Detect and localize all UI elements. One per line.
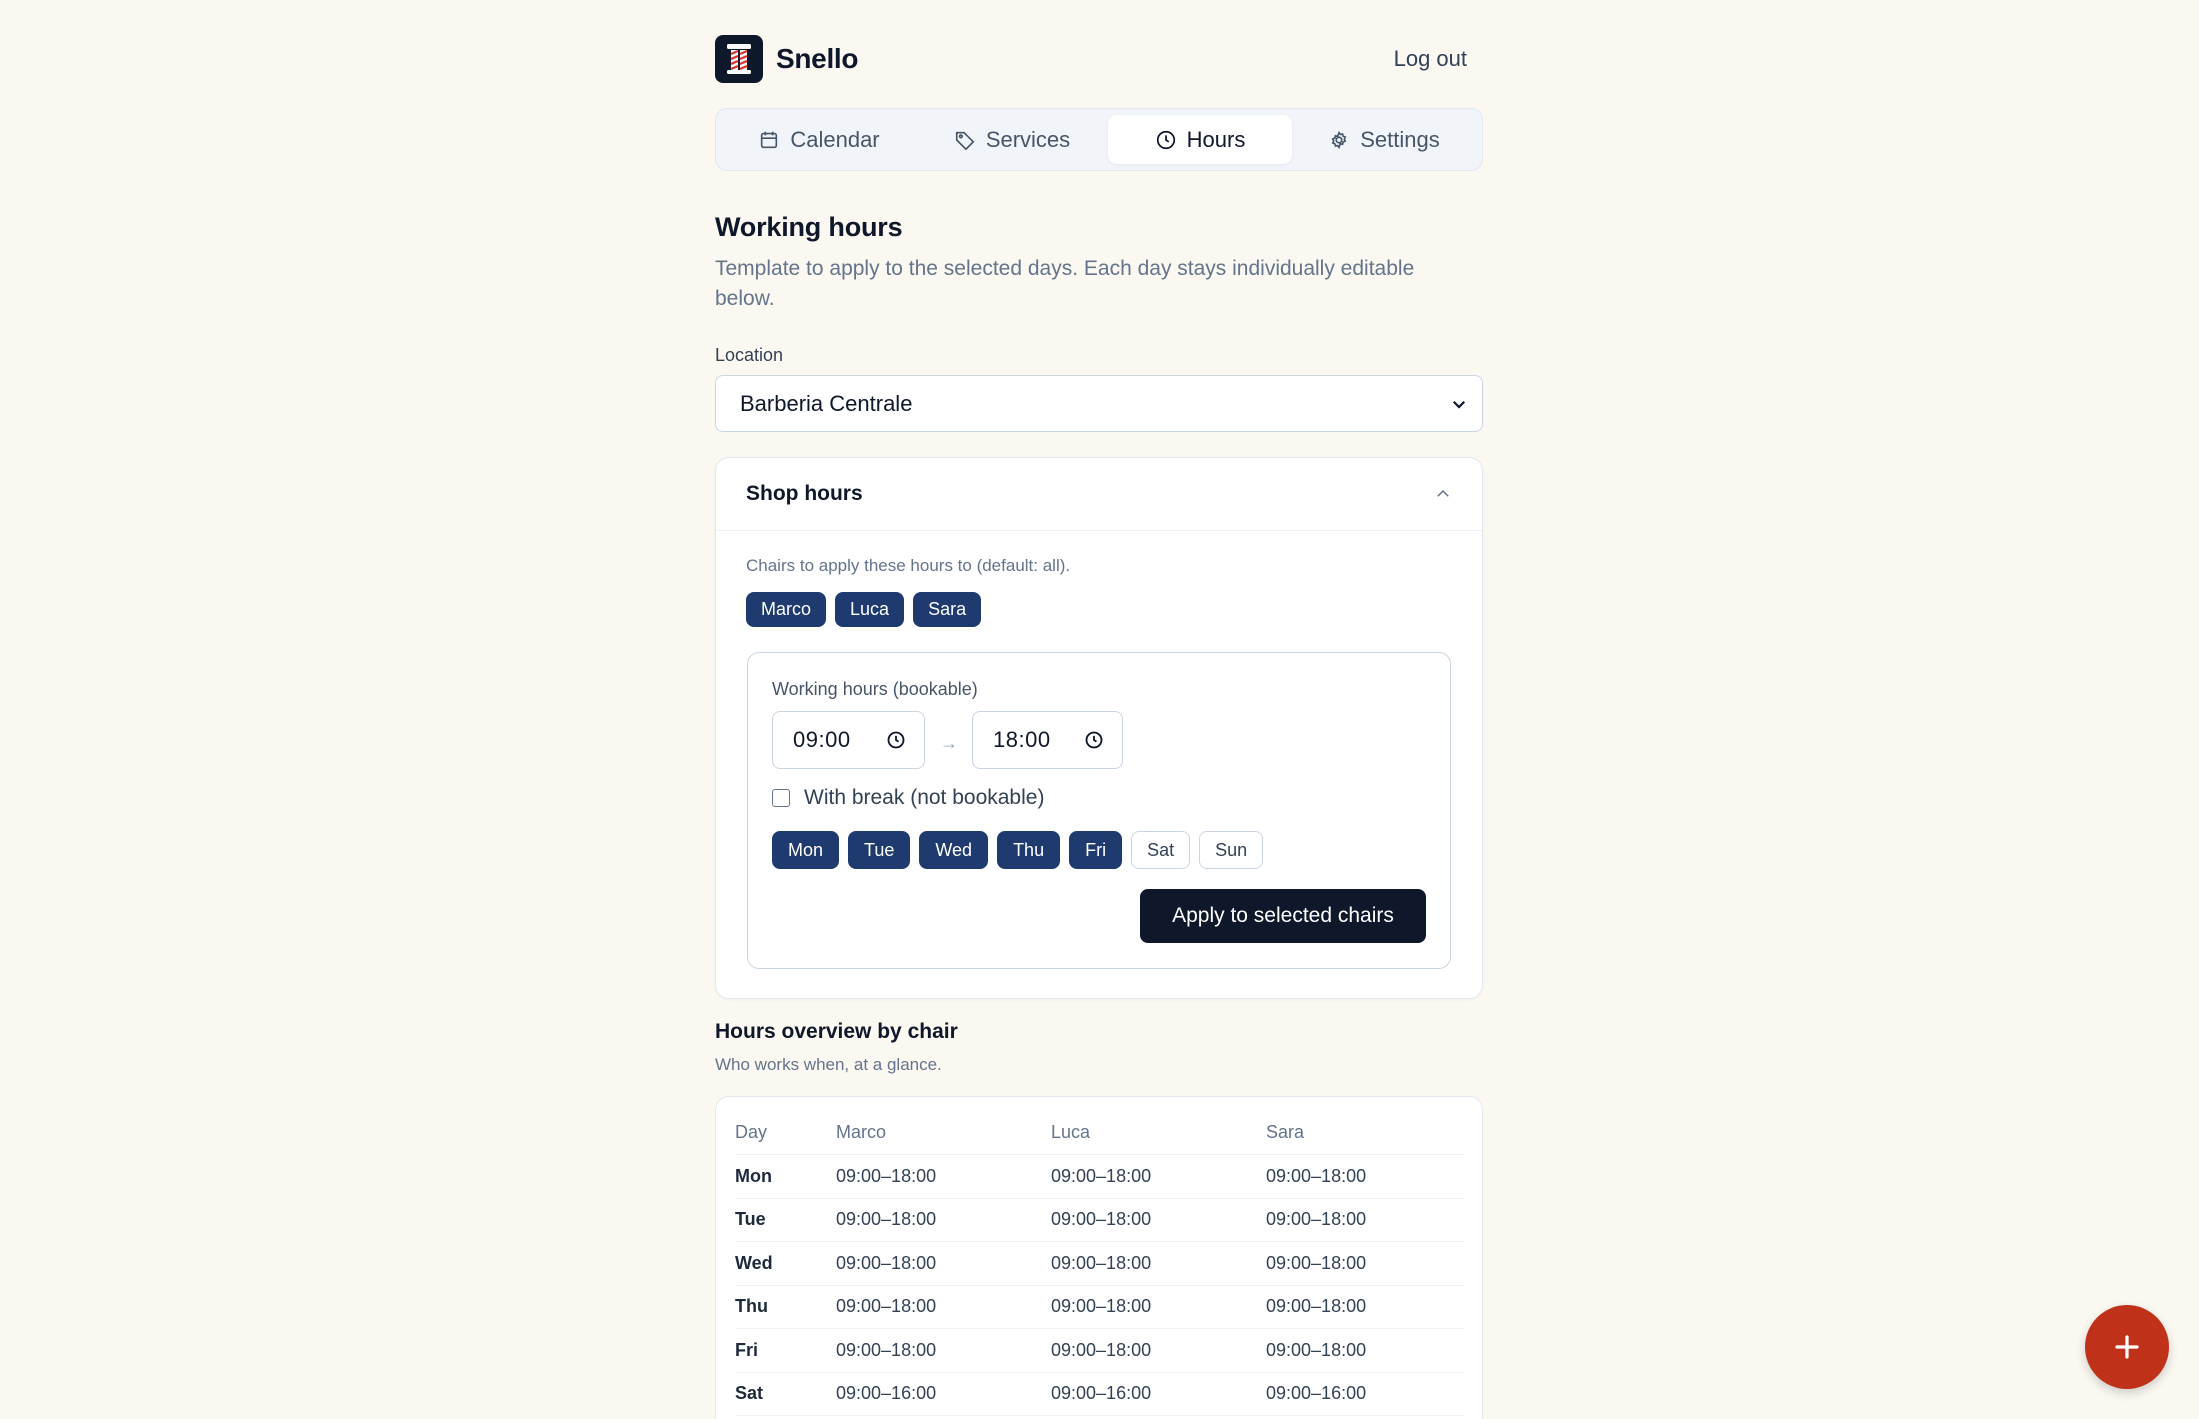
app-name: Snello [776,43,859,74]
day-toggle-sat[interactable]: Sat [1131,831,1191,869]
table-cell: 09:00–18:00 [1266,1165,1367,1186]
day-toggle-tue[interactable]: Tue [848,831,911,869]
chevron-up-icon[interactable] [1434,485,1452,503]
table-row: Wed 09:00–18:00 09:00–18:00 09:00–18:00 [735,1242,1465,1286]
table-cell: 09:00–18:00 [1051,1252,1152,1273]
range-arrow: → [940,733,958,753]
table-row: Mon 09:00–18:00 09:00–18:00 09:00–18:00 [735,1155,1465,1199]
break-checkbox[interactable] [772,789,790,807]
table-cell: 09:00–18:00 [1051,1296,1152,1317]
working-hours-label: Working hours (bookable) [772,679,978,699]
page: Snello Log out Calendar Services Hours S… [0,0,2199,1419]
day-toggle-wed[interactable]: Wed [919,831,989,869]
start-time-value: 09:00 [793,727,851,752]
table-cell: 09:00–18:00 [1266,1339,1367,1360]
table-row: Thu 09:00–18:00 09:00–18:00 09:00–18:00 [735,1286,1465,1329]
location-label: Location [715,345,784,365]
tab-label: Calendar [790,126,880,152]
location-select[interactable]: Barberia Centrale [715,375,1483,432]
table-cell: 09:00–18:00 [1051,1339,1152,1360]
day-selector: Mon Tue Wed Thu Fri Sat Sun [772,831,1264,869]
day-toggle-mon[interactable]: Mon [772,831,840,869]
chevron-down-icon [1452,400,1466,409]
main-container: Snello Log out Calendar Services Hours S… [715,0,1483,1419]
table-cell: 09:00–18:00 [836,1165,937,1186]
table-cell: 09:00–18:00 [1051,1165,1152,1186]
main-tabs: Calendar Services Hours Settings [715,108,1483,171]
chair-chips: Marco Luca Sara [746,592,982,627]
table-cell: 09:00–18:00 [1266,1296,1367,1317]
row-day: Thu [735,1296,768,1317]
break-toggle[interactable]: With break (not bookable) [772,786,1044,810]
table-cell: 09:00–18:00 [1266,1209,1367,1230]
table-cell: 09:00–16:00 [1266,1383,1367,1404]
table-cell: 09:00–18:00 [836,1252,937,1273]
day-toggle-thu[interactable]: Thu [997,831,1061,869]
tab-calendar[interactable]: Calendar [722,115,916,164]
overview-title: Hours overview by chair [715,1020,958,1043]
table-row: Fri 09:00–18:00 09:00–18:00 09:00–18:00 [735,1329,1465,1373]
end-time-value: 18:00 [993,727,1051,752]
row-day: Sat [735,1383,764,1404]
day-toggle-sun[interactable]: Sun [1199,831,1264,869]
header: Snello Log out [715,0,1483,118]
add-fab-button[interactable] [2085,1305,2169,1389]
table-row: Sat 09:00–16:00 09:00–16:00 09:00–16:00 [735,1373,1465,1416]
overview-table-card: Day Marco Luca Sara Mon 09:00–18:00 09:0… [715,1096,1483,1419]
barber-pole-logo-icon [715,35,763,83]
gear-icon [1331,130,1347,149]
brand[interactable]: Snello [715,35,859,83]
column-header: Day [735,1122,768,1142]
working-hours-description: Template to apply to the selected days. … [715,257,1415,310]
clock-icon [1085,731,1103,749]
tab-label: Hours [1186,126,1246,152]
overview-subtitle: Who works when, at a glance. [715,1055,942,1074]
day-toggle-fri[interactable]: Fri [1069,831,1123,869]
end-time-input[interactable]: 18:00 [972,711,1123,769]
chair-chip-marco[interactable]: Marco [746,592,827,627]
column-header: Luca [1051,1122,1091,1142]
working-hours-title: Working hours [715,212,903,242]
location-value: Barberia Centrale [740,390,913,416]
chair-chip-luca[interactable]: Luca [835,592,905,627]
table-row: Tue 09:00–18:00 09:00–18:00 09:00–18:00 [735,1199,1465,1242]
start-time-input[interactable]: 09:00 [772,711,925,769]
table-cell: 09:00–18:00 [836,1209,937,1230]
table-cell: 09:00–16:00 [836,1383,937,1404]
table-cell: 09:00–18:00 [1051,1209,1152,1230]
row-day: Tue [735,1209,766,1230]
tab-hours[interactable]: Hours [1108,115,1292,164]
table-header-row: Day Marco Luca Sara [735,1111,1465,1155]
column-header: Marco [836,1122,887,1142]
calendar-icon [761,131,778,148]
chairs-label: Chairs to apply these hours to (default:… [746,556,1071,575]
apply-to-chairs-button[interactable]: Apply to selected chairs [1140,889,1426,943]
row-day: Fri [735,1339,759,1360]
shop-hours-header[interactable]: Shop hours [716,458,1482,531]
table-cell: 09:00–18:00 [1266,1252,1367,1273]
chair-chip-sara[interactable]: Sara [913,592,982,627]
clock-icon [1156,130,1175,149]
tag-icon [955,131,975,150]
row-day: Wed [735,1252,773,1273]
logout-button[interactable]: Log out [1394,46,1467,72]
clock-icon [887,731,905,749]
hours-template-panel: Working hours (bookable) 09:00 → 18:00 W… [747,652,1451,969]
tab-label: Settings [1360,126,1440,152]
column-header: Sara [1266,1122,1305,1142]
table-cell: 09:00–18:00 [836,1339,937,1360]
plus-icon [2115,1335,2139,1359]
shop-hours-title: Shop hours [746,482,863,505]
tab-settings[interactable]: Settings [1292,115,1476,164]
tab-services[interactable]: Services [916,115,1108,164]
row-day: Mon [735,1165,772,1186]
table-cell: 09:00–16:00 [1051,1383,1152,1404]
shop-hours-card: Shop hours Chairs to apply these hours t… [715,457,1483,999]
overview-table: Day Marco Luca Sara Mon 09:00–18:00 09:0… [735,1111,1465,1416]
tab-label: Services [985,126,1071,152]
break-label: With break (not bookable) [804,786,1045,809]
table-cell: 09:00–18:00 [836,1296,937,1317]
